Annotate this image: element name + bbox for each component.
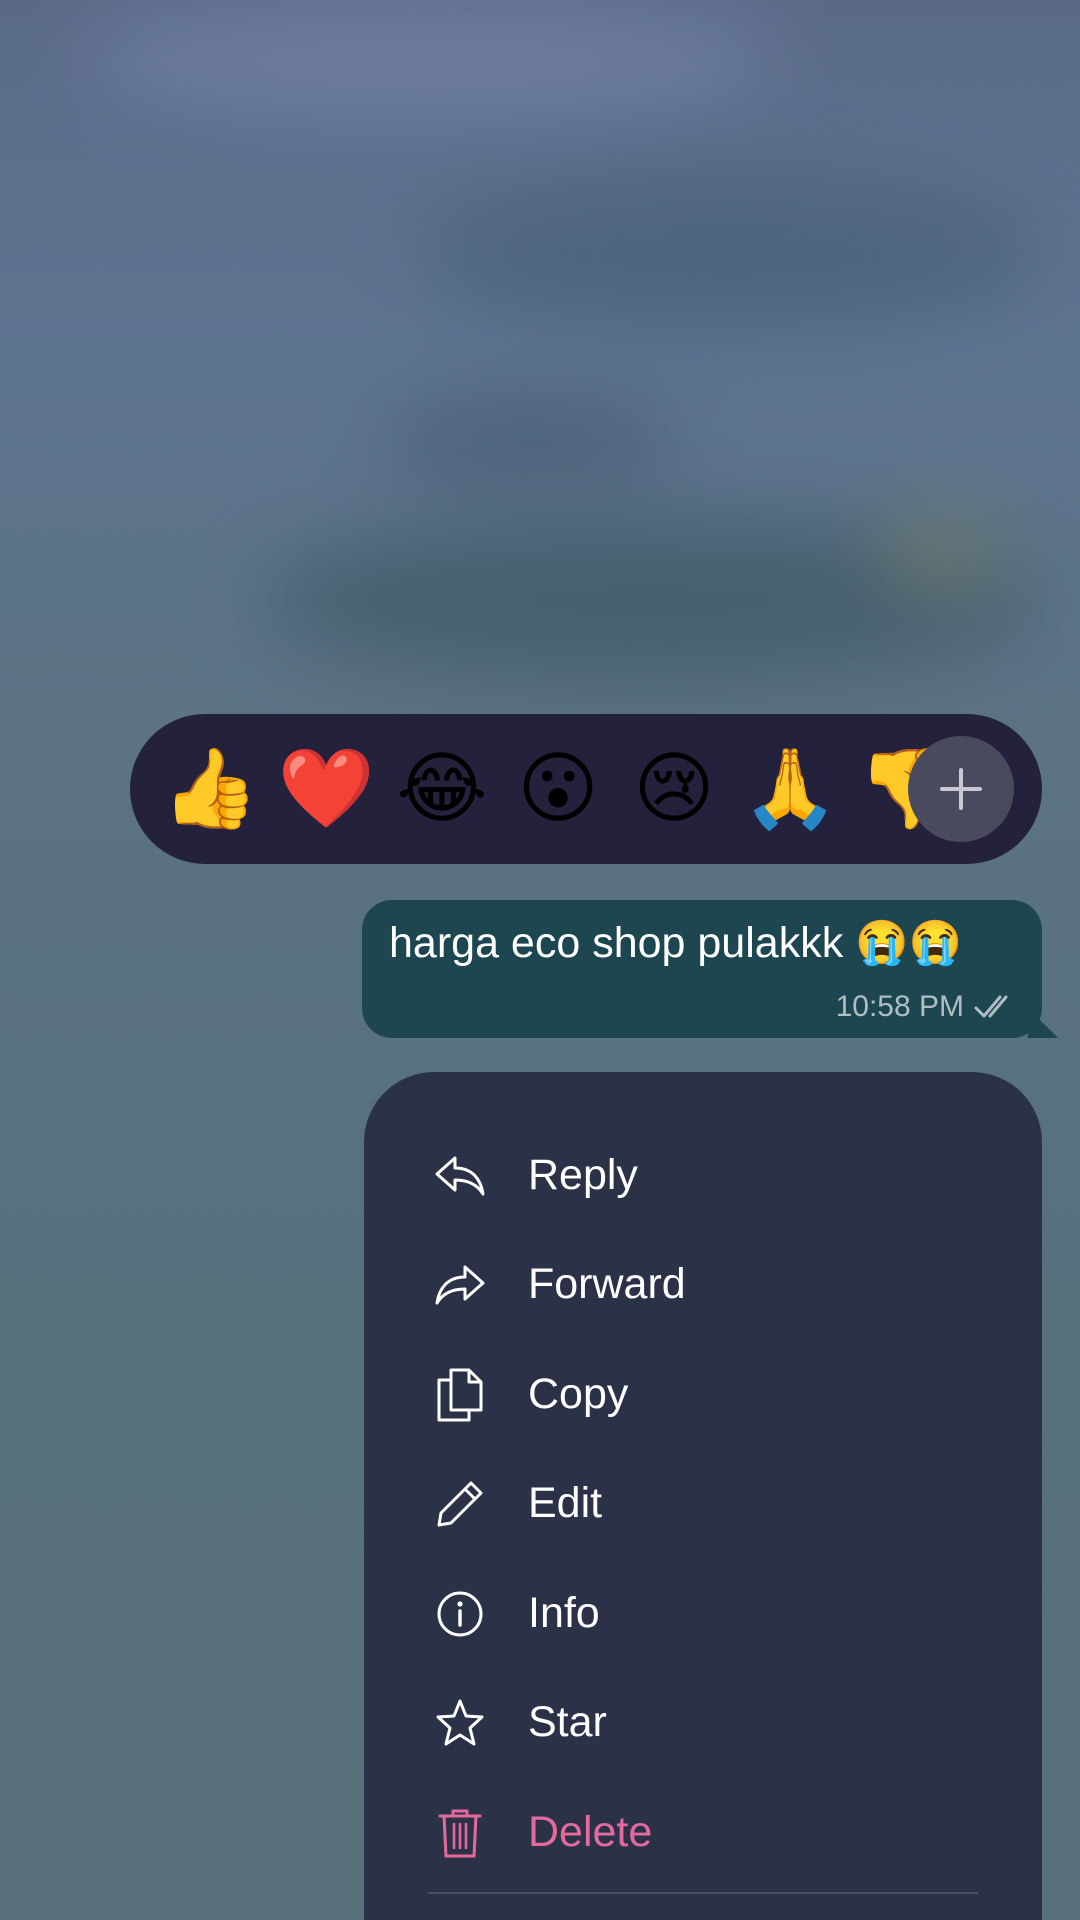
menu-item-label: Reply: [528, 1151, 638, 1199]
menu-item-delete[interactable]: Delete: [364, 1778, 1042, 1887]
menu-item-label: Star: [528, 1698, 607, 1746]
copy-icon: [432, 1367, 488, 1423]
menu-item-copy[interactable]: Copy: [364, 1340, 1042, 1449]
pencil-icon: [432, 1476, 488, 1532]
menu-item-label: Info: [528, 1589, 600, 1637]
reaction-crying-face[interactable]: 😢: [616, 731, 732, 847]
trash-icon: [432, 1805, 488, 1861]
reaction-tears-of-joy[interactable]: 😂: [384, 731, 500, 847]
menu-item-info[interactable]: Info: [364, 1559, 1042, 1668]
info-icon: [432, 1586, 488, 1642]
menu-item-label: Delete: [528, 1808, 653, 1856]
background-blur: [80, 0, 780, 120]
reply-icon: [432, 1148, 488, 1204]
more-reactions-button[interactable]: [908, 736, 1014, 842]
menu-item-edit[interactable]: Edit: [364, 1449, 1042, 1558]
background-blur: [880, 520, 1000, 590]
message-text: harga eco shop pulakkk 😭😭: [389, 919, 963, 967]
menu-item-label: Forward: [528, 1260, 686, 1308]
reaction-red-heart[interactable]: ❤️: [268, 731, 384, 847]
message-meta: 10:58 PM: [836, 990, 1016, 1024]
menu-item-label: Copy: [528, 1370, 629, 1418]
menu-item-star[interactable]: Star: [364, 1668, 1042, 1777]
background-blur: [380, 400, 680, 480]
message-time: 10:58 PM: [835, 990, 964, 1023]
star-icon: [432, 1695, 488, 1751]
reaction-folded-hands[interactable]: 🙏: [732, 731, 848, 847]
reaction-surprised-face[interactable]: 😮: [500, 731, 616, 847]
plus-icon: [940, 768, 982, 810]
menu-item-forward[interactable]: Forward: [364, 1230, 1042, 1339]
double-check-icon: [974, 995, 1008, 1018]
forward-icon: [432, 1257, 488, 1313]
menu-divider: [428, 1892, 978, 1894]
reaction-bar: 👍 ❤️ 😂 😮 😢 🙏 👎: [130, 714, 1042, 864]
context-menu: Reply Forward Copy Edit Info Star Delete: [364, 1072, 1042, 1920]
message-bubble[interactable]: harga eco shop pulakkk 😭😭 10:58 PM: [362, 900, 1058, 1038]
background-blur: [420, 180, 1040, 330]
menu-item-reply[interactable]: Reply: [364, 1121, 1042, 1230]
reaction-thumbs-up[interactable]: 👍: [152, 731, 268, 847]
bubble-tail: [1028, 1008, 1058, 1038]
menu-item-label: Edit: [528, 1479, 603, 1527]
